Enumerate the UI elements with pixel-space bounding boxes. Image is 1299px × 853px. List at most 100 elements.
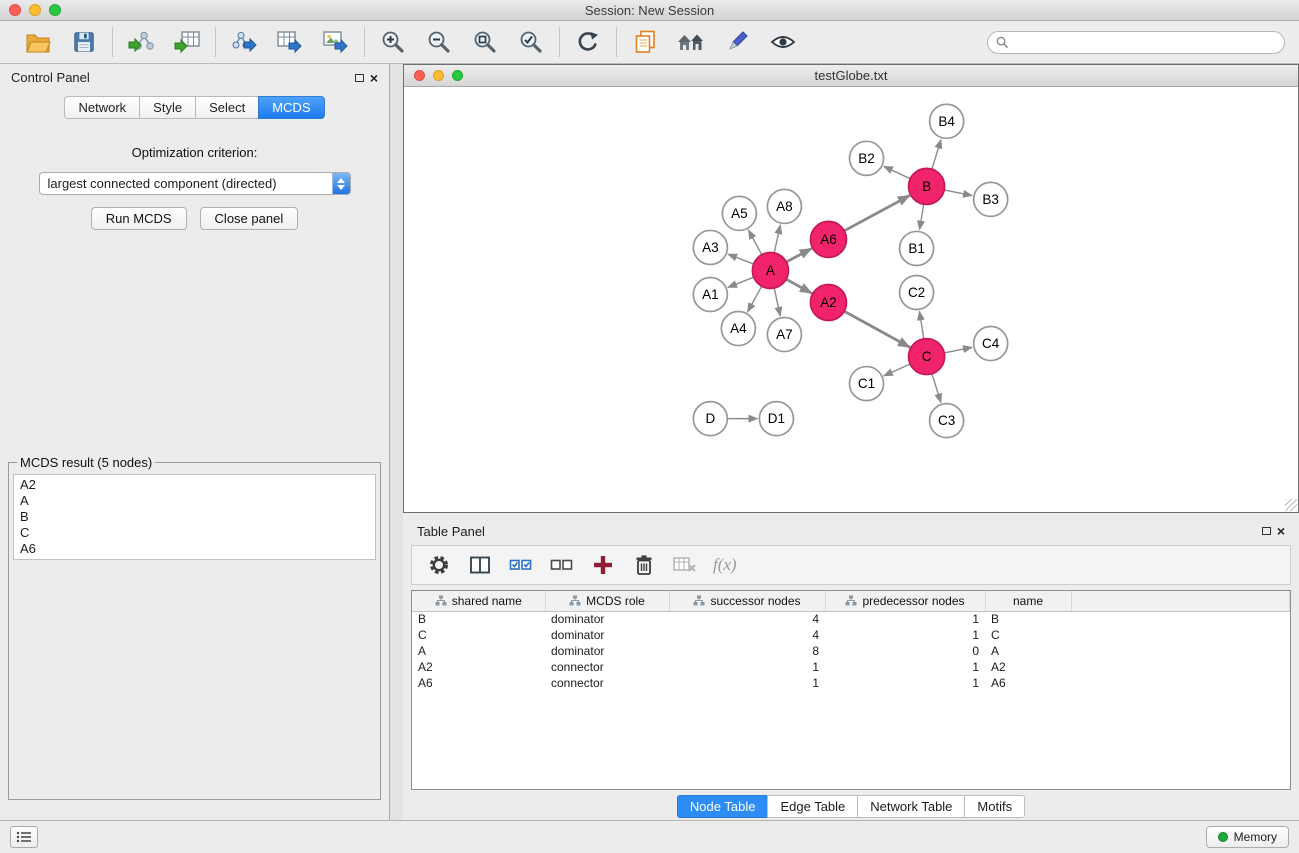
save-session-icon[interactable]	[68, 26, 100, 58]
refresh-view-icon[interactable]	[572, 26, 604, 58]
network-edge[interactable]	[786, 279, 812, 293]
result-item[interactable]: C	[14, 525, 375, 541]
network-node[interactable]: A3	[693, 230, 727, 264]
network-node[interactable]: B4	[930, 104, 964, 138]
function-builder-icon[interactable]: f(x)	[713, 555, 737, 575]
column-header-successor-nodes[interactable]: successor nodes	[669, 591, 825, 611]
tab-mcds[interactable]: MCDS	[258, 96, 324, 119]
search-field[interactable]	[987, 31, 1285, 54]
tab-node-table[interactable]: Node Table	[677, 795, 768, 818]
network-edge[interactable]	[884, 166, 911, 178]
table-settings-icon[interactable]	[426, 552, 452, 578]
network-edge[interactable]	[944, 190, 972, 196]
tab-edge-table[interactable]: Edge Table	[767, 795, 857, 818]
table-row[interactable]: Bdominator41B	[412, 611, 1290, 627]
network-edge[interactable]	[748, 230, 761, 255]
network-node[interactable]: C2	[900, 275, 934, 309]
network-node[interactable]: B1	[900, 231, 934, 265]
network-edge[interactable]	[844, 195, 910, 230]
network-edge[interactable]	[728, 277, 754, 287]
import-table-icon[interactable]	[171, 26, 203, 58]
close-network-window-button[interactable]	[414, 70, 425, 81]
network-node[interactable]: B	[909, 168, 945, 204]
result-item[interactable]: A6	[14, 541, 375, 557]
search-input[interactable]	[1014, 35, 1276, 49]
column-editor-icon[interactable]	[467, 552, 493, 578]
export-image-icon[interactable]	[320, 26, 352, 58]
tab-select[interactable]: Select	[195, 96, 258, 119]
home-icon[interactable]	[675, 26, 707, 58]
apply-style-icon[interactable]	[721, 26, 753, 58]
column-header-shared-name[interactable]: shared name	[412, 591, 545, 611]
network-edge[interactable]	[884, 364, 910, 376]
tab-network-table[interactable]: Network Table	[857, 795, 964, 818]
minimize-window-button[interactable]	[29, 4, 41, 16]
unselect-all-icon[interactable]	[549, 552, 575, 578]
add-row-icon[interactable]	[590, 552, 616, 578]
mcds-result-list[interactable]: A2 A B C A6	[13, 474, 376, 560]
delete-row-icon[interactable]	[631, 552, 657, 578]
network-edge[interactable]	[748, 286, 762, 312]
table-row[interactable]: A6connector11A6	[412, 675, 1290, 691]
tab-motifs[interactable]: Motifs	[964, 795, 1025, 818]
table-row[interactable]: Adominator80A	[412, 643, 1290, 659]
zoom-fit-icon[interactable]	[469, 26, 501, 58]
node-table[interactable]: shared name MCDS role successor nodes pr…	[411, 590, 1291, 790]
column-header-predecessor-nodes[interactable]: predecessor nodes	[825, 591, 985, 611]
zoom-out-icon[interactable]	[423, 26, 455, 58]
network-node[interactable]: B2	[849, 141, 883, 175]
network-node[interactable]: A2	[810, 284, 846, 320]
criterion-select[interactable]: largest connected component (directed)	[39, 172, 351, 195]
network-edge[interactable]	[944, 347, 972, 353]
network-node[interactable]: C1	[849, 367, 883, 401]
result-item[interactable]: A2	[14, 477, 375, 493]
network-node[interactable]: C	[909, 339, 945, 375]
memory-button[interactable]: Memory	[1206, 826, 1289, 848]
network-node[interactable]: C3	[930, 404, 964, 438]
open-file-icon[interactable]	[22, 26, 54, 58]
network-node[interactable]: A5	[722, 196, 756, 230]
network-node[interactable]: A	[752, 252, 788, 288]
show-graphics-details-icon[interactable]	[767, 26, 799, 58]
task-history-button[interactable]	[10, 826, 38, 848]
network-edge[interactable]	[932, 374, 941, 403]
close-table-panel-icon[interactable]: ×	[1277, 524, 1285, 538]
resize-handle[interactable]	[1285, 499, 1297, 511]
network-node[interactable]: B3	[974, 182, 1008, 216]
result-item[interactable]: A	[14, 493, 375, 509]
network-edge[interactable]	[774, 225, 780, 253]
zoom-in-icon[interactable]	[377, 26, 409, 58]
tab-style[interactable]: Style	[139, 96, 195, 119]
float-panel-icon[interactable]	[355, 74, 364, 82]
run-mcds-button[interactable]: Run MCDS	[91, 207, 187, 230]
network-edge[interactable]	[786, 248, 811, 262]
close-panel-icon[interactable]: ×	[370, 71, 378, 85]
network-edge[interactable]	[932, 140, 941, 170]
result-item[interactable]: B	[14, 509, 375, 525]
close-window-button[interactable]	[9, 4, 21, 16]
table-row[interactable]: Cdominator41C	[412, 627, 1290, 643]
network-node[interactable]: A6	[810, 221, 846, 257]
table-row[interactable]: A2connector11A2	[412, 659, 1290, 675]
network-edge[interactable]	[844, 311, 910, 347]
network-edge[interactable]	[728, 254, 754, 264]
column-header-mcds-role[interactable]: MCDS role	[545, 591, 669, 611]
panel-divider[interactable]	[390, 64, 403, 820]
network-edge[interactable]	[920, 204, 924, 229]
tab-network[interactable]: Network	[64, 96, 139, 119]
network-node[interactable]: C4	[974, 327, 1008, 361]
export-table-icon[interactable]	[274, 26, 306, 58]
network-node[interactable]: A1	[693, 277, 727, 311]
export-network-icon[interactable]	[228, 26, 260, 58]
zoom-network-window-button[interactable]	[452, 70, 463, 81]
network-node[interactable]: A7	[767, 318, 801, 352]
minimize-network-window-button[interactable]	[433, 70, 444, 81]
zoom-window-button[interactable]	[49, 4, 61, 16]
select-all-icon[interactable]	[508, 552, 534, 578]
network-edge[interactable]	[774, 288, 780, 316]
network-node[interactable]: A4	[721, 312, 755, 346]
import-network-icon[interactable]	[125, 26, 157, 58]
zoom-selected-icon[interactable]	[515, 26, 547, 58]
network-node[interactable]: A8	[767, 189, 801, 223]
network-node[interactable]: D1	[759, 402, 793, 436]
